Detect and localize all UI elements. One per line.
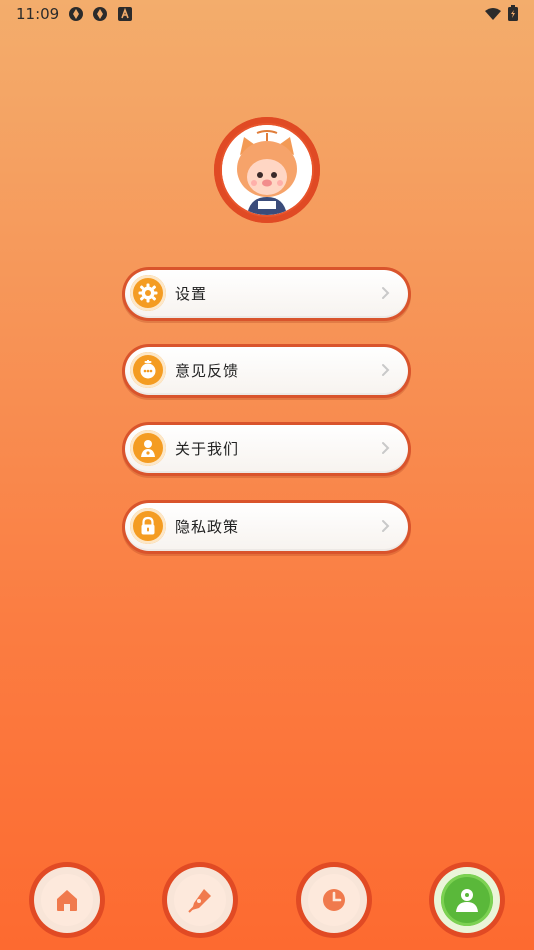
menu-item-settings[interactable]: 设置 (122, 267, 411, 321)
person-icon (130, 430, 166, 466)
nav-history-button[interactable] (296, 862, 372, 938)
status-bar: 11:09 (0, 0, 534, 28)
profile-avatar[interactable] (214, 117, 320, 223)
status-time: 11:09 (16, 5, 60, 23)
nav-home-button[interactable] (29, 862, 105, 938)
menu-item-pill (125, 425, 408, 473)
menu-item-pill (125, 503, 408, 551)
app-notification-icon (92, 6, 108, 22)
app-notification-icon (68, 6, 84, 22)
lock-icon (130, 508, 166, 544)
menu-item-pill (125, 270, 408, 318)
a-badge-icon (118, 6, 134, 22)
menu-item-label: 关于我们 (175, 440, 240, 458)
chevron-right-icon (381, 362, 391, 381)
wifi-icon (484, 6, 502, 25)
nav-profile-button[interactable] (429, 862, 505, 938)
status-right-icons (484, 5, 518, 25)
avatar-icon (222, 125, 312, 215)
menu-item-feedback[interactable]: 意见反馈 (122, 344, 411, 398)
menu-item-pill (125, 347, 408, 395)
gear-icon (130, 275, 166, 311)
chevron-right-icon (381, 518, 391, 537)
battery-icon (508, 5, 518, 25)
feedback-icon (130, 352, 166, 388)
menu-item-privacy-policy[interactable]: 隐私政策 (122, 500, 411, 554)
chevron-right-icon (381, 440, 391, 459)
chevron-right-icon (381, 285, 391, 304)
menu-item-label: 隐私政策 (175, 518, 240, 536)
menu-item-about-us[interactable]: 关于我们 (122, 422, 411, 476)
nav-write-button[interactable] (162, 862, 238, 938)
menu-item-label: 意见反馈 (175, 362, 240, 380)
menu-item-label: 设置 (175, 285, 208, 303)
